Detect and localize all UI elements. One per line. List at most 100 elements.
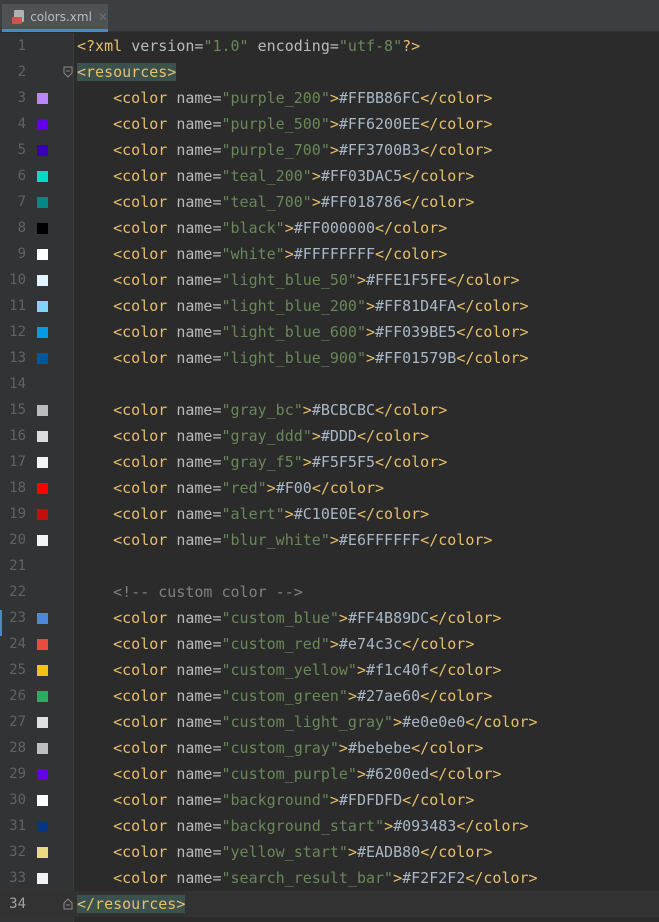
fold-icon[interactable]	[63, 898, 73, 910]
code-line[interactable]: 27 <color name="custom_light_gray">#e0e0…	[0, 709, 659, 735]
color-swatch-icon[interactable]	[37, 535, 48, 546]
code-line[interactable]: 8 <color name="black">#FF000000</color>	[0, 215, 659, 241]
fold-icon[interactable]	[63, 66, 73, 78]
code-token: >	[356, 271, 366, 289]
code-line[interactable]: 4 <color name="purple_500">#FF6200EE</co…	[0, 111, 659, 137]
code-text: <color name="custom_green">#27ae60</colo…	[77, 683, 492, 709]
color-swatch-icon[interactable]	[37, 353, 48, 364]
code-token: >	[311, 167, 321, 185]
code-token: <color	[77, 765, 177, 783]
code-token: </color>	[311, 479, 385, 497]
color-name: "gray_f5"	[221, 453, 303, 471]
color-swatch-icon[interactable]	[37, 457, 48, 468]
code-token: name=	[176, 817, 222, 835]
code-text: <color name="gray_ddd">#DDD</color>	[77, 423, 429, 449]
code-line[interactable]: 29 <color name="custom_purple">#6200ed</…	[0, 761, 659, 787]
color-swatch-icon[interactable]	[37, 821, 48, 832]
color-name: "background"	[221, 791, 330, 809]
code-line[interactable]: 19 <color name="alert">#C10E0E</color>	[0, 501, 659, 527]
color-swatch-icon[interactable]	[37, 873, 48, 884]
code-line[interactable]: 12 <color name="light_blue_600">#FF039BE…	[0, 319, 659, 345]
color-swatch-icon[interactable]	[37, 223, 48, 234]
code-line[interactable]: 21	[0, 553, 659, 579]
code-text: <color name="purple_500">#FF6200EE</colo…	[77, 111, 492, 137]
color-swatch-icon[interactable]	[37, 743, 48, 754]
code-line[interactable]: 10 <color name="light_blue_50">#FFE1F5FE…	[0, 267, 659, 293]
code-line[interactable]: 18 <color name="red">#F00</color>	[0, 475, 659, 501]
color-name: "light_blue_50"	[221, 271, 357, 289]
code-line[interactable]: 1 <?xml version="1.0" encoding="utf-8"?>	[0, 33, 659, 59]
line-number: 11	[9, 298, 26, 314]
color-swatch-icon[interactable]	[37, 483, 48, 494]
code-text: <color name="custom_purple">#6200ed</col…	[77, 761, 501, 787]
editor-tab-bar: colors.xml ✕	[0, 0, 659, 32]
line-number: 22	[9, 584, 26, 600]
code-line[interactable]: 33 <color name="search_result_bar">#F2F2…	[0, 865, 659, 891]
code-line[interactable]: 7 <color name="teal_700">#FF018786</colo…	[0, 189, 659, 215]
code-token: >	[302, 453, 312, 471]
code-line[interactable]: 25 <color name="custom_yellow">#f1c40f</…	[0, 657, 659, 683]
code-line[interactable]: 32 <color name="yellow_start">#EADB80</c…	[0, 839, 659, 865]
code-token: <color	[77, 843, 177, 861]
color-swatch-icon[interactable]	[37, 119, 48, 130]
color-swatch-icon[interactable]	[37, 249, 48, 260]
color-name: "yellow_start"	[221, 843, 348, 861]
code-line[interactable]: 11 <color name="light_blue_200">#FF81D4F…	[0, 293, 659, 319]
code-line[interactable]: 34 </resources>	[0, 891, 659, 917]
code-line[interactable]: 6 <color name="teal_200">#FF03DAC5</colo…	[0, 163, 659, 189]
color-swatch-icon[interactable]	[37, 145, 48, 156]
code-line[interactable]: 3 <color name="purple_200">#FFBB86FC</co…	[0, 85, 659, 111]
code-line[interactable]: 16 <color name="gray_ddd">#DDD</color>	[0, 423, 659, 449]
color-swatch-icon[interactable]	[37, 717, 48, 728]
code-token: >	[347, 687, 357, 705]
color-name: "purple_200"	[221, 89, 330, 107]
code-line[interactable]: 24 <color name="custom_red">#e74c3c</col…	[0, 631, 659, 657]
code-line[interactable]: 22 <!-- custom color -->	[0, 579, 659, 605]
code-token: >	[329, 89, 339, 107]
code-token: name=	[176, 401, 222, 419]
code-line[interactable]: 17 <color name="gray_f5">#F5F5F5</color>	[0, 449, 659, 475]
color-name: "alert"	[221, 505, 285, 523]
code-line[interactable]: 2 <resources>	[0, 59, 659, 85]
code-line[interactable]: 26 <color name="custom_green">#27ae60</c…	[0, 683, 659, 709]
color-value: #F00	[275, 479, 312, 497]
code-line[interactable]: 28 <color name="custom_gray">#bebebe</co…	[0, 735, 659, 761]
code-token: name=	[176, 271, 222, 289]
close-icon[interactable]: ✕	[98, 10, 108, 24]
code-token: </color>	[356, 505, 430, 523]
color-swatch-icon[interactable]	[37, 327, 48, 338]
code-token: "utf-8"	[338, 37, 403, 55]
color-swatch-icon[interactable]	[37, 665, 48, 676]
code-line[interactable]: 31 <color name="background_start">#09348…	[0, 813, 659, 839]
color-swatch-icon[interactable]	[37, 405, 48, 416]
code-line[interactable]: 30 <color name="background">#FDFDFD</col…	[0, 787, 659, 813]
code-line[interactable]: 15 <color name="gray_bc">#BCBCBC</color>	[0, 397, 659, 423]
color-swatch-icon[interactable]	[37, 691, 48, 702]
color-swatch-icon[interactable]	[37, 275, 48, 286]
code-token: name=	[176, 765, 222, 783]
color-swatch-icon[interactable]	[37, 847, 48, 858]
color-swatch-icon[interactable]	[37, 509, 48, 520]
code-line[interactable]: 9 <color name="white">#FFFFFFFF</color>	[0, 241, 659, 267]
tab-colors-xml[interactable]: colors.xml ✕	[2, 4, 108, 32]
color-swatch-icon[interactable]	[37, 769, 48, 780]
code-line[interactable]: 13 <color name="light_blue_900">#FF01579…	[0, 345, 659, 371]
color-name: "gray_bc"	[221, 401, 303, 419]
code-line[interactable]: 23 <color name="custom_blue">#FF4B89DC</…	[0, 605, 659, 631]
color-swatch-icon[interactable]	[37, 613, 48, 624]
color-swatch-icon[interactable]	[37, 639, 48, 650]
color-swatch-icon[interactable]	[37, 93, 48, 104]
color-swatch-icon[interactable]	[37, 171, 48, 182]
color-swatch-icon[interactable]	[37, 795, 48, 806]
color-swatch-icon[interactable]	[37, 431, 48, 442]
color-name: "custom_yellow"	[221, 661, 357, 679]
code-line[interactable]: 5 <color name="purple_700">#FF3700B3</co…	[0, 137, 659, 163]
code-token: >	[329, 141, 339, 159]
line-number: 6	[17, 168, 26, 184]
code-line[interactable]: 14	[0, 371, 659, 397]
code-text: <color name="light_blue_600">#FF039BE5</…	[77, 319, 528, 345]
color-swatch-icon[interactable]	[37, 301, 48, 312]
color-swatch-icon[interactable]	[37, 197, 48, 208]
code-token: </color>	[429, 765, 502, 783]
code-line[interactable]: 20 <color name="blur_white">#E6FFFFFF</c…	[0, 527, 659, 553]
